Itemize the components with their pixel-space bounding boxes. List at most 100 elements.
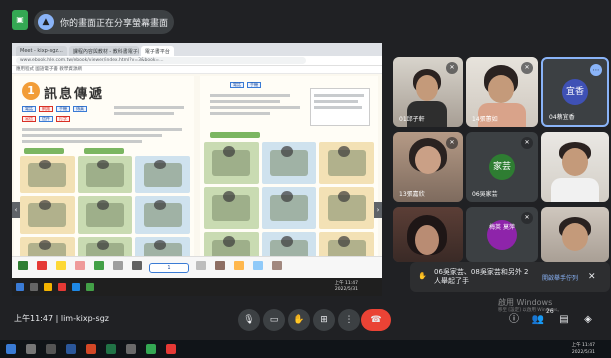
browser-tab-active[interactable]: 電子書平台 — [140, 46, 174, 56]
shared-screen[interactable]: Meet - kixp-sgz... 課程內容與教材 - 教科書電子書 電子書平… — [12, 43, 382, 296]
app-icon[interactable] — [166, 344, 176, 354]
home-tool-icon[interactable] — [16, 260, 30, 275]
text-line — [114, 112, 174, 115]
chrome-icon[interactable] — [146, 344, 156, 354]
prev-page-icon[interactable]: ‹ — [12, 202, 20, 218]
illustration — [135, 196, 190, 234]
activities-icon[interactable]: ◈ — [580, 312, 596, 328]
vocab-row: 電話 手機 — [230, 82, 261, 88]
vocab-chip[interactable]: 網路 — [39, 106, 53, 112]
illustration-grid — [204, 142, 374, 274]
people-icon[interactable]: 👥 — [530, 312, 546, 328]
search-icon[interactable] — [26, 344, 36, 354]
browser-tab[interactable]: Meet - kixp-sgz... — [16, 46, 67, 56]
powerpoint-icon[interactable] — [86, 344, 96, 354]
pen-tool-icon[interactable] — [35, 260, 49, 275]
page-selector[interactable]: 1 — [149, 262, 189, 273]
task-view-icon[interactable] — [46, 344, 56, 354]
presenting-banner[interactable]: ▲ 你的畫面正在分享螢幕畫面 — [34, 10, 174, 34]
vocab-chip[interactable]: 信件 — [39, 116, 53, 122]
participant-name: 06吳家芸 — [472, 191, 498, 198]
raised-hands-notification: ✋ 06吳家芸、08吳家芸和另外 2 人舉起了手 開啟舉手佇列 ✕ — [410, 262, 610, 292]
chrome-icon — [86, 283, 94, 291]
illustration — [319, 187, 374, 229]
illustration — [77, 156, 133, 194]
mic-icon[interactable]: 🎙 — [238, 309, 260, 331]
participant-tile[interactable]: ✕ 13張嘉欣 — [393, 132, 463, 202]
present-icon[interactable]: ⊞ — [313, 309, 335, 331]
present-icon: ▲ — [38, 14, 54, 30]
section-label — [84, 148, 124, 154]
fullpage-tool-icon[interactable] — [194, 260, 208, 275]
vocab-chip[interactable]: 手機 — [247, 82, 261, 88]
browser-tab[interactable]: 課程內容與教材 - 教科書電子書 — [68, 46, 139, 56]
app-icon[interactable] — [126, 344, 136, 354]
vocab-row: 電話 網路 手機 傳真 — [22, 106, 87, 112]
camera-icon[interactable]: ▭ — [263, 309, 285, 331]
system-clock[interactable]: 上午 11:47 2022/5/31 — [572, 342, 595, 356]
highlighter-tool-icon[interactable] — [54, 260, 68, 275]
info-icon[interactable]: ⓘ — [506, 312, 522, 328]
system-time: 上午 11:47 — [571, 343, 595, 348]
chat-icon[interactable]: ▤ — [556, 312, 572, 328]
search-icon — [30, 283, 38, 291]
ebook-right-page: 電話 手機 — [200, 76, 378, 276]
system-date: 2022/5/31 — [571, 350, 595, 355]
vocab-chip[interactable]: 電話 — [230, 82, 244, 88]
ebook-left-page: 1 訊息傳遞 電話 網路 手機 傳真 寫信 信件 打字 — [14, 76, 194, 276]
eraser-tool-icon[interactable] — [73, 260, 87, 275]
illustration — [20, 156, 75, 194]
more-icon[interactable]: ⋮ — [338, 309, 360, 331]
vocab-chip[interactable]: 電話 — [22, 106, 36, 112]
text-line — [210, 100, 280, 103]
address-input[interactable]: www.ebook.hle.com.tw/ebook/viewer/index.… — [16, 57, 306, 64]
more-options-icon[interactable]: ⋯ — [590, 64, 602, 76]
next-page-icon[interactable]: › — [374, 202, 382, 218]
bookmarks-bar[interactable]: 應用程式 國語電子書 教學資源網 — [12, 66, 382, 74]
bookmark-tool-icon[interactable] — [213, 260, 227, 275]
text-line — [114, 106, 184, 109]
illustration — [261, 187, 317, 229]
lesson-number: 1 — [22, 82, 40, 100]
section-label — [24, 148, 64, 154]
close-icon[interactable]: ✕ — [588, 272, 596, 282]
participant-tile[interactable]: ✕ 01邱子軒 — [393, 57, 463, 127]
presenting-text: 你的畫面正在分享螢幕畫面 — [60, 18, 169, 29]
open-queue-link[interactable]: 開啟舉手佇列 — [542, 273, 578, 282]
participant-tile[interactable]: 梅英 莫萍 ✕ — [466, 207, 538, 262]
word-icon[interactable] — [66, 344, 76, 354]
mic-off-icon: ✕ — [521, 137, 533, 149]
raise-hand-icon[interactable]: ✋ — [288, 309, 310, 331]
avatar: 梅英 莫萍 — [487, 219, 517, 250]
excel-icon[interactable] — [106, 344, 116, 354]
mic-off-icon: ✕ — [521, 212, 533, 224]
spotlight-tool-icon[interactable] — [232, 260, 246, 275]
participant-tile[interactable] — [393, 207, 463, 262]
participant-tile-selected[interactable]: 宜香 ⋯ 04蔡宜香 — [541, 57, 609, 127]
hand-tool-icon[interactable] — [130, 260, 144, 275]
participant-tile[interactable]: ✕ 14張蕙如 — [466, 57, 538, 127]
end-call-icon[interactable]: ☎ — [361, 309, 391, 331]
mic-off-icon: ✕ — [521, 62, 533, 74]
participant-tile[interactable]: 家芸 ✕ 06吳家芸 — [466, 132, 538, 202]
vocab-chip[interactable]: 傳真 — [73, 106, 87, 112]
illustration — [319, 142, 374, 184]
windows-start-icon[interactable] — [6, 344, 16, 354]
vocab-chip[interactable]: 手機 — [56, 106, 70, 112]
mask-tool-icon[interactable] — [92, 260, 106, 275]
vocab-chip[interactable]: 寫信 — [22, 116, 36, 122]
raise-hand-icon: ✋ — [418, 272, 427, 280]
participant-tile[interactable] — [541, 132, 609, 202]
participant-tile[interactable] — [541, 207, 609, 262]
timer-tool-icon[interactable] — [270, 260, 284, 275]
folder-icon — [44, 283, 52, 291]
vocab-chip[interactable]: 打字 — [56, 116, 70, 122]
shared-clock-date: 2022/5/31 — [334, 287, 358, 292]
activate-windows-subtext: 移至 [設定] 以啟用 Windows。 — [498, 308, 562, 313]
pointer-tool-icon[interactable] — [111, 260, 125, 275]
zoom-tool-icon[interactable] — [251, 260, 265, 275]
text-line — [22, 134, 162, 137]
mic-off-icon: ✕ — [446, 62, 458, 74]
meeting-time-and-code: 上午11:47 | lim-kixp-sgz — [14, 313, 109, 324]
illustration — [204, 142, 259, 184]
